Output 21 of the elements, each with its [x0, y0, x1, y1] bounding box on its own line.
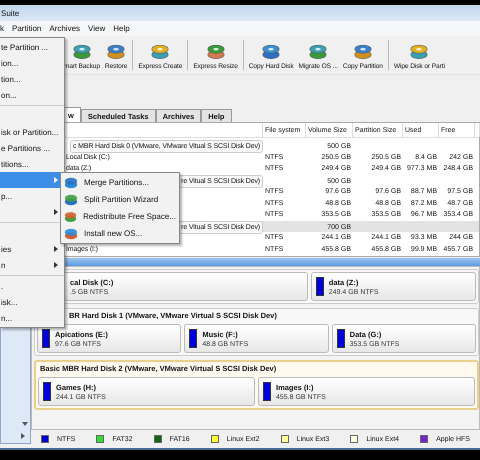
menu-item[interactable]: Split Partition Wizard	[61, 191, 179, 208]
menu-item[interactable]: on...	[0, 87, 64, 103]
disk-icon	[64, 210, 78, 224]
disk-icon	[64, 226, 78, 240]
menu-item[interactable]: titions...	[0, 156, 64, 172]
disk-icon	[64, 176, 78, 190]
menu-item[interactable]: e Partitions ...	[0, 140, 64, 156]
menu-item[interactable]: tion...	[0, 71, 64, 87]
menu-item[interactable]: p...	[0, 188, 64, 204]
window-title: Suite	[0, 8, 20, 18]
menu-item[interactable]: Merge Partitions...	[61, 174, 179, 191]
menu-item[interactable]: ion...	[0, 55, 64, 71]
menu-item[interactable]: k	[0, 24, 4, 33]
menu-item[interactable]: isk or Partition...	[0, 124, 64, 140]
menu-item[interactable]: te Partition ...	[0, 39, 64, 55]
menu-item[interactable]: View	[88, 24, 106, 33]
menu-item[interactable]: Help	[113, 24, 130, 33]
disk-icon	[64, 192, 78, 206]
menu-item[interactable]: Partition	[12, 24, 42, 33]
menu-item[interactable]: ies	[0, 241, 64, 257]
menu-item[interactable]: Archives	[49, 24, 80, 33]
